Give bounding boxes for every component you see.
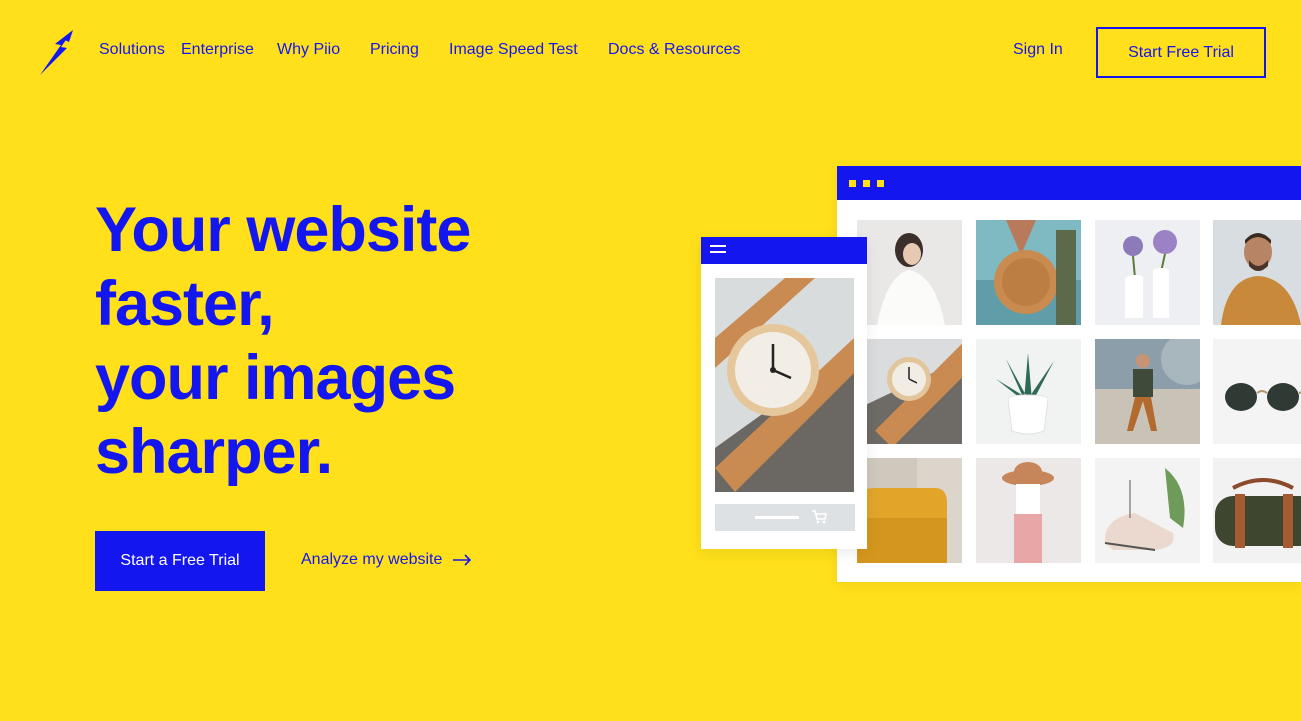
analyze-website-label: Analyze my website [301,551,443,568]
shopping-cart-icon [812,510,827,524]
hero-title-line: sharper. [95,417,333,487]
mobile-toolbar [701,237,867,264]
arrow-right-icon [453,554,472,566]
product-image-man-sitting [1095,339,1200,444]
product-image-man-mustard-shirt [1213,220,1301,325]
window-dot-icon [849,180,856,187]
hamburger-menu-icon[interactable] [710,245,726,256]
hero-title-line: faster, [95,269,275,339]
nav-link-why-piio[interactable]: Why Piio [277,41,340,59]
start-free-trial-button[interactable]: Start Free Trial [1096,27,1266,78]
product-image-sunglasses [1213,339,1301,444]
hero-title-line: your images [95,343,456,413]
product-image-woman-hat [976,458,1081,563]
analyze-website-link[interactable]: Analyze my website [301,551,472,569]
nav-link-pricing[interactable]: Pricing [370,41,419,59]
mobile-mockup [701,237,867,549]
add-to-cart-bar[interactable] [715,504,855,531]
sign-in-link[interactable]: Sign In [1013,41,1063,59]
top-navigation: Solutions Enterprise Why Piio Pricing Im… [0,0,1301,100]
nav-link-enterprise[interactable]: Enterprise [181,41,254,59]
nav-link-docs-resources[interactable]: Docs & Resources [608,41,741,59]
nav-link-solutions[interactable]: Solutions [99,41,165,59]
hero-title: Your website faster, your images sharper… [95,193,615,489]
product-image-yellow-chair [857,458,962,563]
product-image-wooden-watch [857,339,962,444]
product-image-succulent-plant [976,339,1081,444]
product-image-woman-white-shirt [857,220,962,325]
product-image-flower-vases [1095,220,1200,325]
product-image-sneakers [1095,458,1200,563]
window-dot-icon [863,180,870,187]
nav-link-image-speed-test[interactable]: Image Speed Test [449,41,578,59]
product-image-rattan-bag [976,220,1081,325]
product-image-wooden-watch-large [715,278,854,492]
hero-title-line: Your website [95,195,471,265]
window-dot-icon [877,180,884,187]
product-image-duffel-bag [1213,458,1301,563]
browser-mockup [837,166,1301,582]
cart-label-placeholder [755,516,799,519]
start-free-trial-cta[interactable]: Start a Free Trial [95,531,265,591]
bird-logo-icon[interactable] [37,28,75,76]
browser-toolbar [837,166,1301,200]
